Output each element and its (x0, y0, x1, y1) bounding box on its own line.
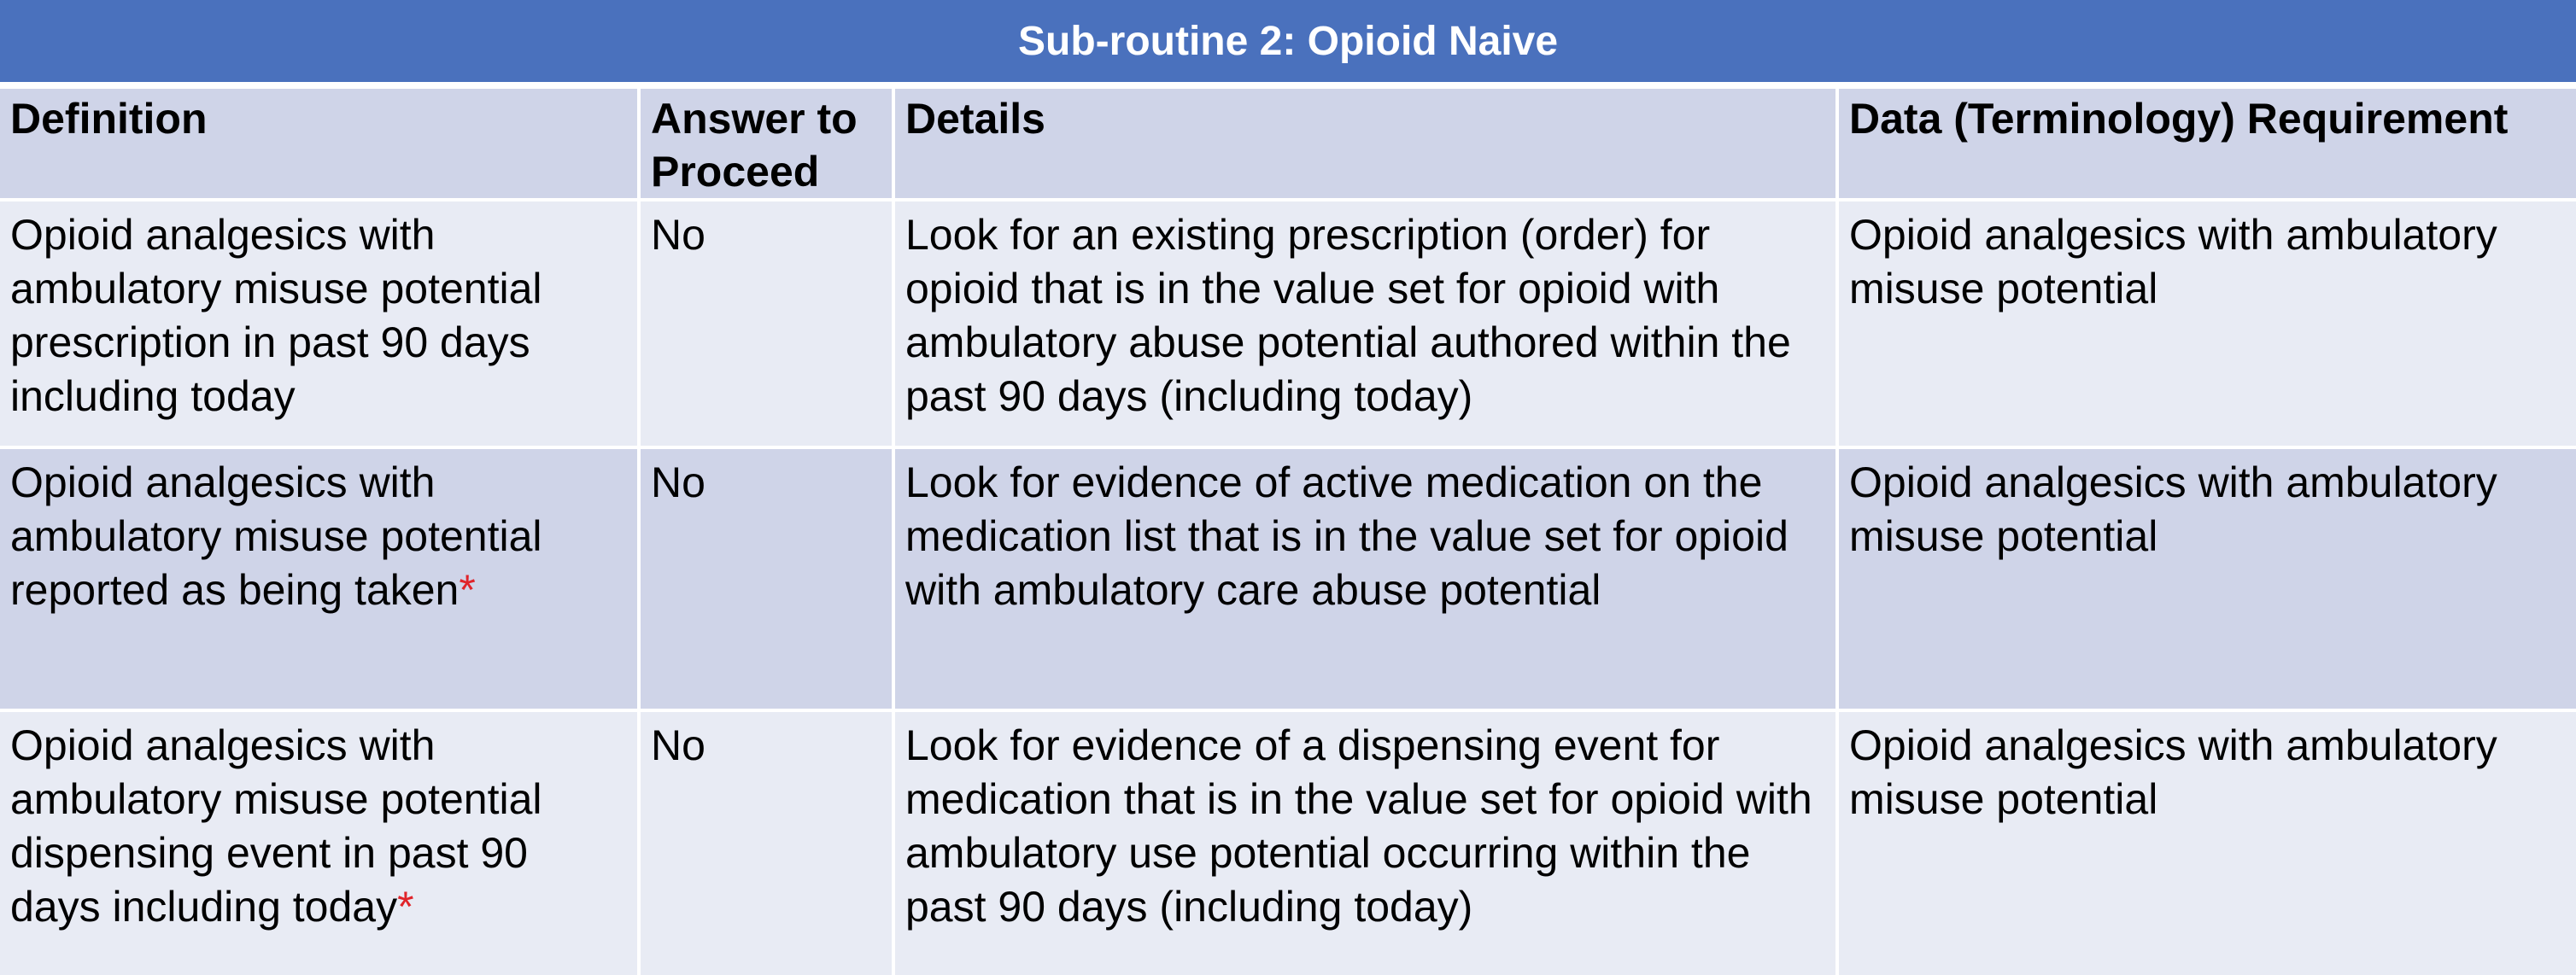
definition-text: Opioid analgesics with ambulatory misuse… (10, 211, 542, 420)
column-header-definition: Definition (0, 85, 641, 201)
definition-cell: Opioid analgesics with ambulatory misuse… (0, 710, 641, 975)
answer-cell: No (639, 447, 895, 712)
column-header-details: Details (893, 85, 1839, 201)
definition-text: Opioid analgesics with ambulatory misuse… (10, 721, 542, 931)
table-row: Opioid analgesics with ambulatory misuse… (0, 710, 2576, 975)
definition-cell: Opioid analgesics with ambulatory misuse… (0, 447, 641, 712)
opioid-naive-table: Sub-routine 2: Opioid Naive Definition A… (0, 0, 2576, 975)
answer-cell: No (639, 710, 895, 975)
table-title: Sub-routine 2: Opioid Naive (0, 0, 2576, 89)
data-requirement-cell: Opioid analgesics with ambulatory misuse… (1837, 710, 2576, 975)
table-row: Opioid analgesics with ambulatory misuse… (0, 447, 2576, 712)
data-requirement-cell: Opioid analgesics with ambulatory misuse… (1837, 200, 2576, 449)
column-header-answer: Answer to Proceed (639, 85, 895, 201)
data-requirement-cell: Opioid analgesics with ambulatory misuse… (1837, 447, 2576, 712)
column-header-data-requirement: Data (Terminology) Requirement (1837, 85, 2576, 201)
details-cell: Look for evidence of active medication o… (893, 447, 1839, 712)
table-row: Opioid analgesics with ambulatory misuse… (0, 200, 2576, 449)
details-cell: Look for an existing prescription (order… (893, 200, 1839, 449)
asterisk-marker: * (397, 883, 414, 931)
asterisk-marker: * (459, 566, 476, 614)
header-row: Definition Answer to Proceed Details Dat… (0, 85, 2576, 201)
answer-cell: No (639, 200, 895, 449)
details-cell: Look for evidence of a dispensing event … (893, 710, 1839, 975)
definition-cell: Opioid analgesics with ambulatory misuse… (0, 200, 641, 449)
title-row: Sub-routine 2: Opioid Naive (0, 0, 2576, 89)
